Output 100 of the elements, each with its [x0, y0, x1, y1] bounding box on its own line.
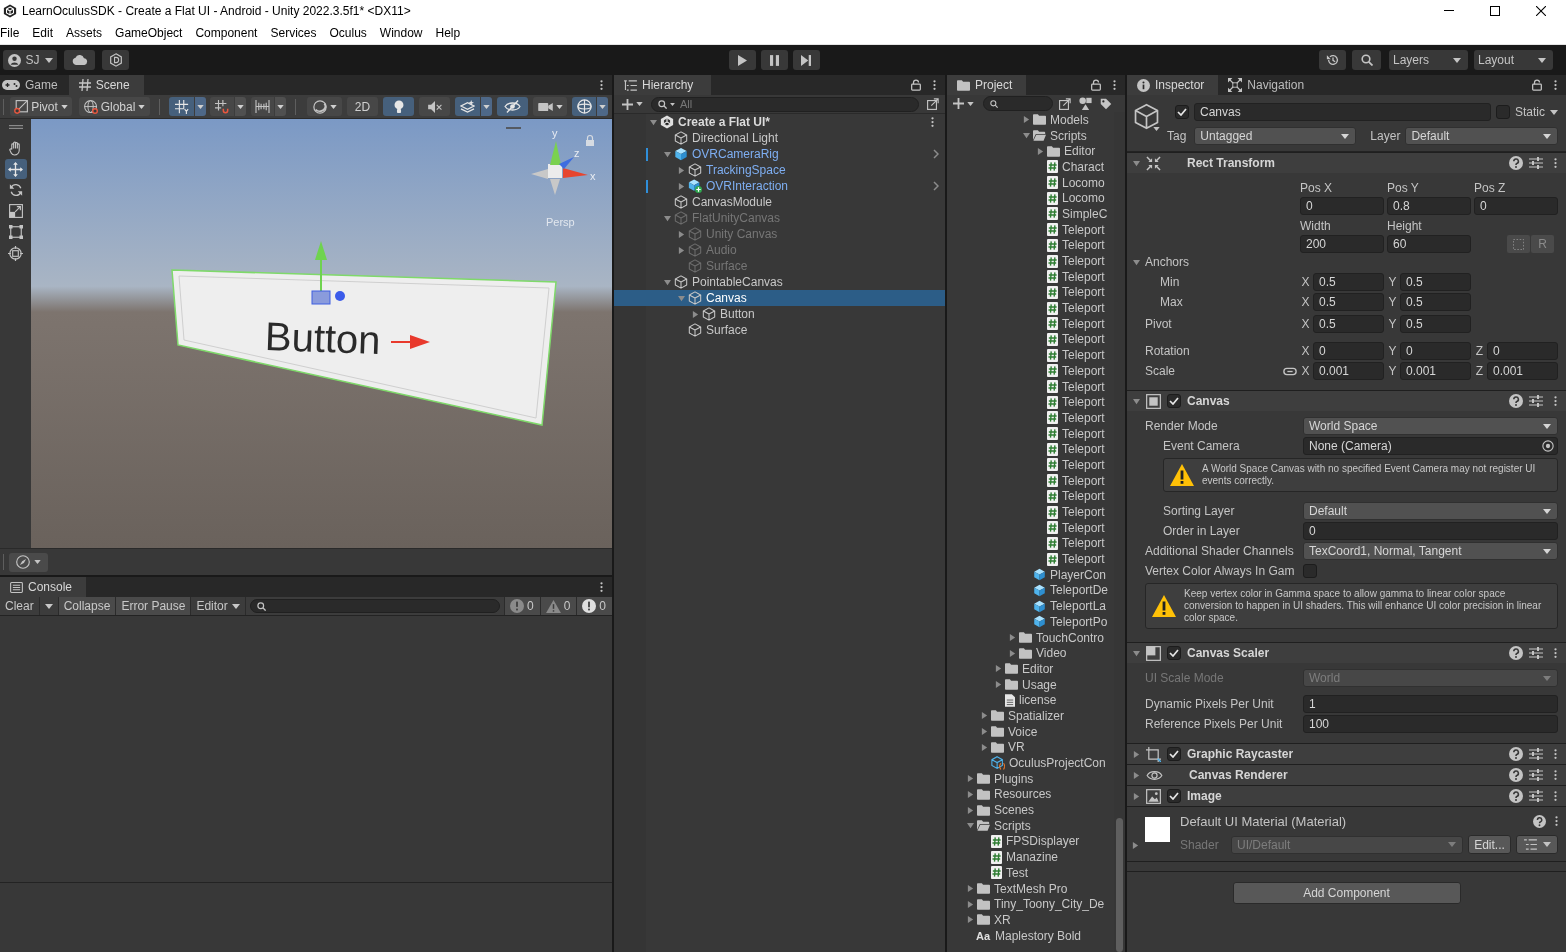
project-item[interactable]: Aa Maplestory Bold: [947, 927, 1114, 944]
project-item[interactable]: Editor: [947, 661, 1114, 677]
menu-item[interactable]: Edit: [32, 25, 54, 40]
kebab-menu-icon[interactable]: [1113, 79, 1116, 91]
project-item[interactable]: Teleport: [947, 410, 1114, 426]
tag-dropdown[interactable]: Untagged: [1194, 127, 1357, 145]
panel-tab[interactable]: Project: [947, 75, 1027, 95]
menu-item[interactable]: Help: [435, 25, 461, 40]
project-item[interactable]: Teleport: [947, 300, 1114, 316]
orientation-dropdown[interactable]: [9, 552, 48, 572]
project-item[interactable]: Teleport: [947, 441, 1114, 458]
number-field[interactable]: 0.001: [1313, 362, 1384, 380]
shading-dropdown[interactable]: [307, 97, 342, 116]
cloud-button[interactable]: [64, 50, 95, 70]
hierarchy-item[interactable]: TrackingSpace: [614, 162, 945, 178]
project-item[interactable]: FPSDisplayer: [947, 833, 1114, 850]
dropdown[interactable]: Default: [1303, 502, 1558, 520]
create-dropdown[interactable]: [951, 95, 976, 112]
project-item[interactable]: Teleport: [947, 237, 1114, 254]
create-dropdown[interactable]: [620, 96, 645, 112]
project-item[interactable]: TouchContro: [947, 629, 1114, 646]
warning-count-toggle[interactable]: 0: [539, 597, 577, 615]
project-item[interactable]: XR: [947, 912, 1114, 928]
kebab-menu-icon[interactable]: [1554, 748, 1557, 760]
project-item[interactable]: Spatializer: [947, 708, 1114, 724]
global-dropdown[interactable]: Global: [79, 97, 150, 116]
kebab-menu-icon[interactable]: [931, 116, 934, 128]
menu-item[interactable]: Component: [195, 25, 258, 40]
scrollbar-thumb[interactable]: [1116, 818, 1123, 952]
version-control-button[interactable]: [102, 50, 129, 70]
panel-tab[interactable]: Game: [0, 75, 69, 95]
number-field[interactable]: 1: [1303, 695, 1558, 713]
project-item[interactable]: Teleport: [947, 284, 1114, 301]
foldout-arrow-icon[interactable]: [1133, 258, 1140, 266]
project-item[interactable]: license: [947, 692, 1114, 709]
hierarchy-item[interactable]: CanvasModule: [614, 194, 945, 210]
number-field[interactable]: 0.001: [1400, 362, 1471, 380]
number-field[interactable]: 0.5: [1400, 293, 1471, 311]
project-item[interactable]: TextMesh Pro: [947, 880, 1114, 897]
project-item[interactable]: Teleport: [947, 519, 1114, 536]
kebab-menu-icon[interactable]: [1554, 395, 1557, 407]
hierarchy-item[interactable]: Directional Light: [614, 130, 945, 146]
sliders-icon[interactable]: [1529, 768, 1543, 782]
increment-toggle[interactable]: [251, 97, 274, 116]
number-field[interactable]: 0.001: [1487, 362, 1558, 380]
options-dropdown[interactable]: [275, 97, 286, 116]
gizmos-toggle[interactable]: [572, 97, 596, 116]
project-item[interactable]: Tiny_Toony_City_De: [947, 896, 1114, 913]
layers-dropdown[interactable]: Layers: [1389, 50, 1468, 70]
kebab-menu-icon[interactable]: [1554, 157, 1557, 169]
grid-toggle[interactable]: [169, 97, 194, 116]
help-icon[interactable]: [1509, 646, 1523, 660]
project-item[interactable]: Teleport: [947, 363, 1114, 379]
number-field[interactable]: 0.5: [1400, 315, 1471, 333]
search-field[interactable]: [983, 96, 1053, 111]
sliders-icon[interactable]: [1529, 156, 1543, 170]
lighting-toggle[interactable]: [383, 97, 414, 116]
project-item[interactable]: Teleport: [947, 268, 1114, 285]
project-item[interactable]: Scenes: [947, 802, 1114, 818]
help-icon[interactable]: [1509, 789, 1523, 803]
project-item[interactable]: SimpleC: [947, 206, 1114, 222]
help-icon[interactable]: [1509, 394, 1523, 408]
project-item[interactable]: Models: [947, 112, 1114, 128]
sliders-icon[interactable]: [1529, 789, 1543, 803]
panel-tab[interactable]: Scene: [68, 75, 144, 95]
project-item[interactable]: Teleport: [947, 331, 1114, 348]
help-icon[interactable]: [1509, 747, 1523, 761]
panel-tab[interactable]: Navigation: [1218, 75, 1319, 95]
number-field[interactable]: 0: [1474, 197, 1558, 215]
component-header[interactable]: Canvas: [1127, 390, 1566, 411]
lock-icon[interactable]: [911, 79, 921, 91]
component-header[interactable]: Canvas Scaler: [1127, 642, 1566, 663]
project-item[interactable]: Teleport: [947, 221, 1114, 238]
play-button[interactable]: [728, 50, 756, 70]
menu-item[interactable]: File: [0, 25, 20, 40]
layout-dropdown[interactable]: Layout: [1474, 50, 1553, 70]
object-field[interactable]: None (Camera): [1303, 437, 1558, 455]
scene-view-button[interactable]: [925, 96, 941, 112]
help-icon[interactable]: [1509, 768, 1523, 782]
list-dropdown[interactable]: [1516, 835, 1558, 854]
enabled-checkbox[interactable]: [1167, 789, 1181, 803]
options-dropdown[interactable]: [597, 97, 608, 116]
project-item[interactable]: TeleportDe: [947, 582, 1114, 599]
panel-tab[interactable]: Inspector: [1127, 75, 1219, 95]
project-item[interactable]: Teleport: [947, 488, 1114, 505]
menu-item[interactable]: Oculus: [329, 25, 367, 40]
enabled-checkbox[interactable]: [1167, 394, 1181, 408]
lock-icon[interactable]: [1532, 79, 1542, 91]
project-item[interactable]: Teleport: [947, 504, 1114, 520]
number-field[interactable]: 0.5: [1313, 273, 1384, 291]
number-field[interactable]: 0.5: [1313, 315, 1384, 333]
hierarchy-item[interactable]: Surface: [614, 322, 945, 338]
project-item[interactable]: Teleport: [947, 425, 1114, 442]
pause-button[interactable]: [760, 50, 788, 70]
lock-icon[interactable]: [1091, 79, 1101, 91]
name-field[interactable]: Canvas: [1194, 103, 1491, 121]
project-item[interactable]: PlayerCon: [947, 566, 1114, 583]
component-header[interactable]: Graphic Raycaster: [1127, 743, 1566, 764]
number-field[interactable]: 0: [1400, 342, 1471, 360]
number-field[interactable]: 100: [1303, 715, 1558, 733]
